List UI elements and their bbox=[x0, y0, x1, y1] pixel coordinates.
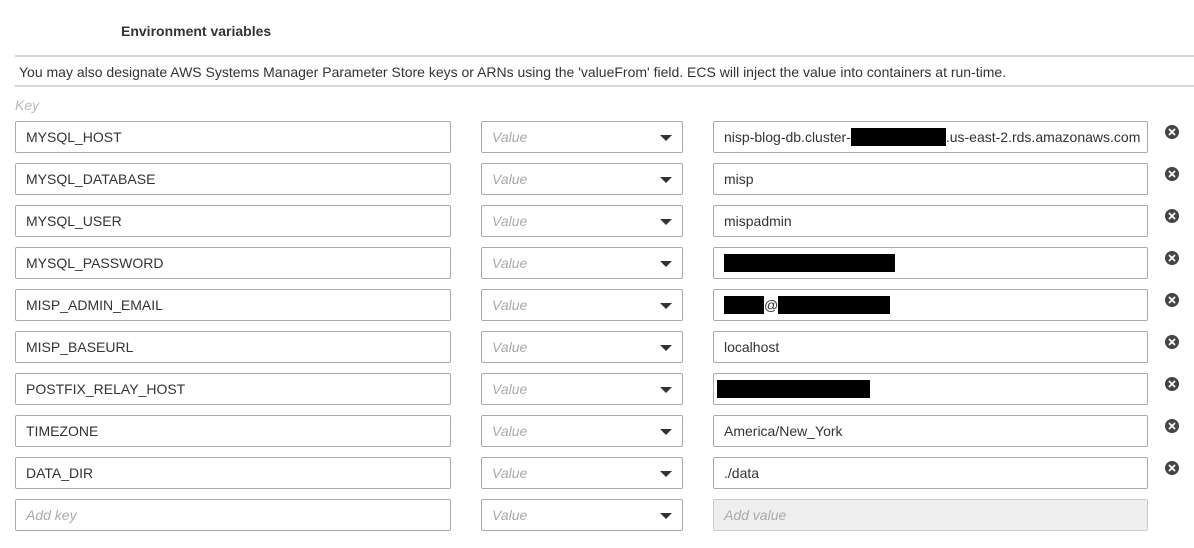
env-var-row: MYSQL_HOST Value nisp-blog-db.cluster- .u… bbox=[0, 121, 1194, 153]
env-key-input[interactable]: MISP_ADMIN_EMAIL bbox=[15, 289, 451, 321]
value-type-select[interactable]: Value bbox=[481, 289, 683, 321]
env-key-input[interactable]: MYSQL_USER bbox=[15, 205, 451, 237]
caret-down-icon bbox=[660, 261, 672, 267]
remove-icon[interactable] bbox=[1165, 335, 1179, 349]
value-type-label: Value bbox=[492, 129, 528, 145]
caret-down-icon bbox=[660, 471, 672, 477]
env-key-input[interactable]: MYSQL_PASSWORD bbox=[15, 247, 451, 279]
value-type-select[interactable]: Value bbox=[481, 121, 683, 153]
env-key-input[interactable]: POSTFIX_RELAY_HOST bbox=[15, 373, 451, 405]
value-type-select[interactable]: Value bbox=[481, 457, 683, 489]
redacted-block bbox=[724, 254, 895, 273]
redacted-block bbox=[717, 380, 870, 399]
remove-icon[interactable] bbox=[1165, 461, 1179, 475]
env-var-row: MISP_BASEURL Value localhost bbox=[0, 331, 1194, 363]
caret-down-icon bbox=[660, 513, 672, 519]
env-var-row: MYSQL_USER Value mispadmin bbox=[0, 205, 1194, 237]
env-value-input[interactable]: localhost bbox=[713, 331, 1148, 363]
remove-icon[interactable] bbox=[1165, 419, 1179, 433]
env-value-input[interactable]: mispadmin bbox=[713, 205, 1148, 237]
value-type-label: Value bbox=[492, 297, 528, 313]
value-type-label: Value bbox=[492, 465, 528, 481]
caret-down-icon bbox=[660, 345, 672, 351]
value-type-select[interactable]: Value bbox=[481, 373, 683, 405]
env-var-row: DATA_DIR Value ./data bbox=[0, 457, 1194, 489]
value-type-label: Value bbox=[492, 255, 528, 271]
value-type-select[interactable]: Value bbox=[481, 247, 683, 279]
caret-down-icon bbox=[660, 387, 672, 393]
add-key-input[interactable]: Add key bbox=[15, 499, 451, 531]
section-title: Environment variables bbox=[121, 23, 272, 39]
value-separator: @ bbox=[764, 297, 779, 313]
remove-icon[interactable] bbox=[1165, 209, 1179, 223]
env-key-input[interactable]: MYSQL_DATABASE bbox=[15, 163, 451, 195]
value-type-label: Value bbox=[492, 423, 528, 439]
value-type-label: Value bbox=[492, 171, 528, 187]
redacted-block bbox=[850, 128, 946, 147]
env-var-row: MISP_ADMIN_EMAIL Value @ bbox=[0, 289, 1194, 321]
redacted-block bbox=[724, 296, 764, 315]
value-type-label: Value bbox=[492, 339, 528, 355]
env-var-row: POSTFIX_RELAY_HOST Value bbox=[0, 373, 1194, 405]
value-type-select[interactable]: Value bbox=[481, 205, 683, 237]
value-type-select[interactable]: Value bbox=[481, 163, 683, 195]
env-key-input[interactable]: MYSQL_HOST bbox=[15, 121, 451, 153]
env-var-row: MYSQL_PASSWORD Value bbox=[0, 247, 1194, 279]
add-value-input[interactable]: Add value bbox=[713, 499, 1148, 531]
caret-down-icon bbox=[660, 303, 672, 309]
value-type-select[interactable]: Value bbox=[481, 415, 683, 447]
env-value-input[interactable] bbox=[713, 373, 1148, 405]
value-suffix: .us-east-2.rds.amazonaws.com bbox=[945, 129, 1141, 145]
remove-icon[interactable] bbox=[1165, 125, 1179, 139]
info-banner: You may also designate AWS Systems Manag… bbox=[15, 55, 1194, 87]
value-prefix: nisp-blog-db.cluster- bbox=[724, 129, 851, 145]
value-type-select[interactable]: Value bbox=[481, 331, 683, 363]
remove-icon[interactable] bbox=[1165, 167, 1179, 181]
env-value-input[interactable] bbox=[713, 247, 1148, 279]
new-env-var-row: Add key Value Add value bbox=[0, 499, 1194, 531]
redacted-block bbox=[778, 296, 891, 315]
env-value-input[interactable]: America/New_York bbox=[713, 415, 1148, 447]
value-type-select[interactable]: Value bbox=[481, 499, 683, 531]
env-key-input[interactable]: MISP_BASEURL bbox=[15, 331, 451, 363]
env-value-input[interactable]: misp bbox=[713, 163, 1148, 195]
remove-icon[interactable] bbox=[1165, 251, 1179, 265]
value-type-label: Value bbox=[492, 507, 528, 523]
env-value-input[interactable]: nisp-blog-db.cluster- .us-east-2.rds.amaz… bbox=[713, 121, 1148, 153]
env-var-row: MYSQL_DATABASE Value misp bbox=[0, 163, 1194, 195]
remove-icon[interactable] bbox=[1165, 377, 1179, 391]
value-type-label: Value bbox=[492, 213, 528, 229]
caret-down-icon bbox=[660, 219, 672, 225]
env-value-input[interactable]: @ bbox=[713, 289, 1148, 321]
env-var-row: TIMEZONE Value America/New_York bbox=[0, 415, 1194, 447]
caret-down-icon bbox=[660, 135, 672, 141]
value-type-label: Value bbox=[492, 381, 528, 397]
caret-down-icon bbox=[660, 429, 672, 435]
env-key-input[interactable]: TIMEZONE bbox=[15, 415, 451, 447]
remove-icon[interactable] bbox=[1165, 293, 1179, 307]
env-key-input[interactable]: DATA_DIR bbox=[15, 457, 451, 489]
key-column-header: Key bbox=[15, 97, 40, 113]
env-value-input[interactable]: ./data bbox=[713, 457, 1148, 489]
caret-down-icon bbox=[660, 177, 672, 183]
